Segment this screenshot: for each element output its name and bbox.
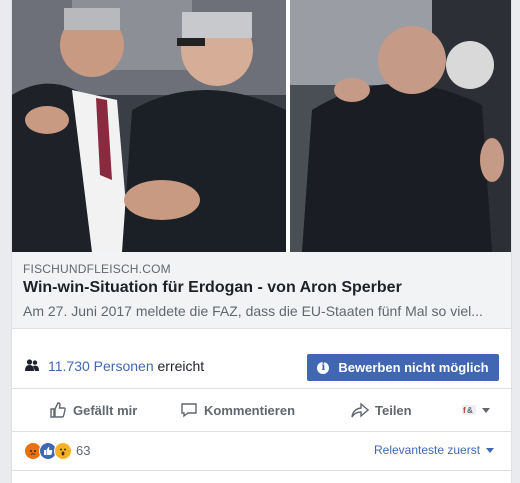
share-label: Teilen [375,402,412,418]
caret-down-icon [486,447,495,453]
reaction-icons[interactable] [24,442,72,460]
comment-icon [181,403,197,418]
action-bar: Gefällt mir Kommentieren Teilen f & [12,389,511,432]
reach-count[interactable]: 11.730 [48,358,90,374]
like-label: Gefällt mir [73,402,138,418]
svg-text:&: & [467,406,473,415]
comment-button[interactable]: Kommentieren [180,389,295,431]
link-preview-image[interactable] [12,0,511,252]
link-domain: FISCHUNDFLEISCH.COM [23,262,171,276]
like-button[interactable]: Gefällt mir [49,389,137,431]
info-icon: i [317,361,330,374]
post-as-selector[interactable]: f & [462,389,498,431]
reach-text: 11.730 Personen erreicht [48,358,204,374]
link-preview-meta[interactable]: FISCHUNDFLEISCH.COM Win-win-Situation fü… [12,252,511,329]
photo-illustration [12,0,511,252]
people-icon [25,359,39,371]
svg-text:f: f [463,406,466,415]
reach-people-label[interactable]: Personen [94,358,154,374]
reactions-row: 63 Relevanteste zuerst [12,432,511,471]
reach-row: 11.730 Personen erreicht i Bewerben nich… [12,342,511,389]
post-card: FISCHUNDFLEISCH.COM Win-win-Situation fü… [11,0,512,483]
reaction-count[interactable]: 63 [76,443,90,458]
thumbs-up-icon [50,402,66,418]
comment-sort-label: Relevanteste zuerst [374,443,481,457]
boost-post-label: Bewerben nicht möglich [338,360,489,375]
comment-label: Kommentieren [204,402,296,418]
page-avatar-dropdown-icon: f & [462,405,490,415]
boost-post-button[interactable]: i Bewerben nicht möglich [307,354,499,381]
wow-reaction-icon [54,442,72,460]
link-title[interactable]: Win-win-Situation für Erdogan - von Aron… [23,279,402,297]
share-icon [351,402,369,418]
link-description: Am 27. Juni 2017 meldete die FAZ, dass d… [23,303,483,319]
reach-suffix: erreicht [157,358,205,374]
share-button[interactable]: Teilen [351,389,412,431]
comment-sort-dropdown[interactable]: Relevanteste zuerst [374,443,495,457]
